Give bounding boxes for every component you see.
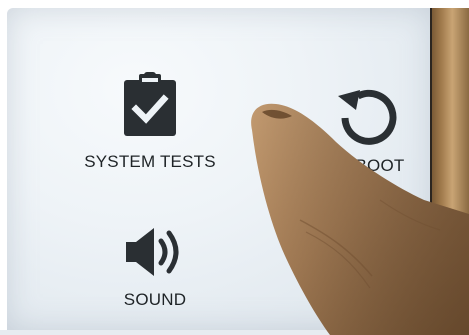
system-tests-label: SYSTEM TESTS [84,152,216,171]
clipboard-check-icon [124,72,176,136]
photo-of-touchscreen: SYSTEM TESTS REBOOT SOUND [0,0,469,335]
speaker-volume-icon [126,228,179,276]
sound-button[interactable]: SOUND [95,226,215,310]
touchscreen-display: SYSTEM TESTS REBOOT SOUND [7,8,432,330]
photo-bottom-border [0,330,469,335]
system-tests-button[interactable]: SYSTEM TESTS [65,72,235,172]
device-frame-right [432,8,469,335]
sound-label: SOUND [123,290,187,309]
reboot-icon [338,89,397,145]
reboot-button[interactable]: REBOOT [313,86,423,176]
reboot-label: REBOOT [331,156,405,175]
